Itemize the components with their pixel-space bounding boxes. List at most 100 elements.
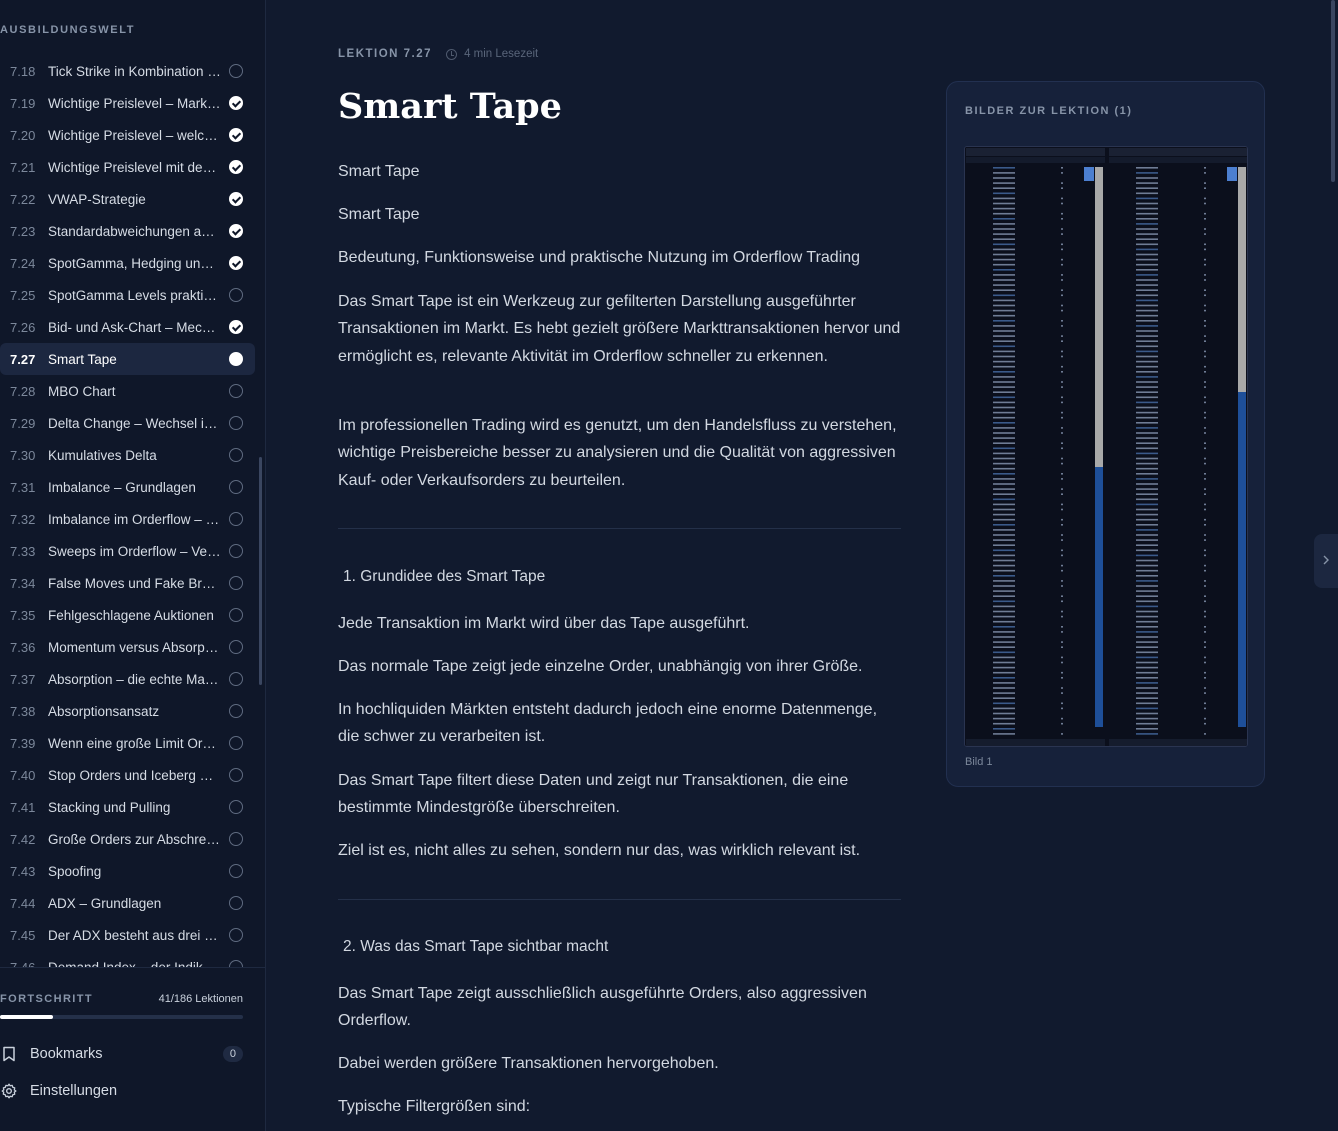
tape-row-price bbox=[993, 422, 1015, 424]
tape-row-volume bbox=[1061, 411, 1063, 414]
sidebar-item-lesson-7-41[interactable]: 7.41 Stacking und Pulling bbox=[0, 791, 255, 823]
tape-row-price bbox=[1136, 330, 1158, 332]
sidebar-item-lesson-7-33[interactable]: 7.33 Sweeps im Orderflow – Verständnis bbox=[0, 535, 255, 567]
sidebar-item-lesson-7-19[interactable]: 7.19 Wichtige Preislevel – Markt verstehe… bbox=[0, 87, 255, 119]
sidebar-scrollbar[interactable] bbox=[259, 457, 262, 685]
tape-row-volume bbox=[1204, 381, 1206, 383]
sidebar-item-lesson-7-44[interactable]: 7.44 ADX – Grundlagen bbox=[0, 887, 255, 919]
tape-row-price bbox=[993, 651, 1015, 654]
lesson-item-title: MBO Chart bbox=[48, 383, 116, 399]
tape-row-volume bbox=[1204, 371, 1206, 373]
tape-row-price bbox=[993, 274, 1015, 276]
sidebar-item-lesson-7-22[interactable]: 7.22 VWAP-Strategie bbox=[0, 183, 255, 215]
sidebar-item-lesson-7-20[interactable]: 7.20 Wichtige Preislevel – welche Level z… bbox=[0, 119, 255, 151]
sidebar-item-lesson-7-28[interactable]: 7.28 MBO Chart bbox=[0, 375, 255, 407]
tape-row-volume bbox=[1204, 294, 1206, 297]
tape-row-price bbox=[993, 202, 1015, 205]
lesson-item-title: Große Orders zur Abschreckung bbox=[48, 831, 229, 847]
sidebar-item-lesson-7-23[interactable]: 7.23 Standardabweichungen am VWAP bbox=[0, 215, 255, 247]
sidebar-item-lesson-7-38[interactable]: 7.38 Absorptionsansatz bbox=[0, 695, 255, 727]
panel-toggle-button[interactable] bbox=[1314, 534, 1338, 588]
tape-row-price bbox=[1136, 707, 1158, 710]
completed-check-icon bbox=[229, 224, 243, 238]
completed-check-icon bbox=[229, 192, 243, 206]
tape-row-volume bbox=[1061, 325, 1063, 327]
sidebar-item-lesson-7-46[interactable]: 7.46 Demand Index – der Indikator bbox=[0, 951, 255, 967]
tape-row-volume bbox=[1061, 661, 1063, 664]
sidebar-item-lesson-7-26[interactable]: 7.26 Bid- und Ask-Chart – Mechanik bbox=[0, 311, 255, 343]
tape-row-price bbox=[1136, 411, 1158, 414]
sidebar-item-lesson-7-25[interactable]: 7.25 SpotGamma Levels praktisch nutzen bbox=[0, 279, 255, 311]
tape-row-price bbox=[993, 733, 1015, 735]
tape-row-volume bbox=[1204, 478, 1206, 480]
sidebar-item-lesson-7-45[interactable]: 7.45 Der ADX besteht aus drei Linien bbox=[0, 919, 255, 951]
bookmarks-link[interactable]: Bookmarks 0 bbox=[0, 1042, 243, 1066]
tape-row-price bbox=[993, 243, 1015, 246]
tape-row-volume bbox=[1061, 585, 1063, 587]
tape-row-volume bbox=[1061, 401, 1063, 404]
tape-row-price bbox=[993, 646, 1015, 648]
sidebar-item-lesson-7-30[interactable]: 7.30 Kumulatives Delta bbox=[0, 439, 255, 471]
completed-check-icon bbox=[229, 128, 243, 142]
sidebar-item-lesson-7-39[interactable]: 7.39 Wenn eine große Limit Order bbox=[0, 727, 255, 759]
tape-row-price bbox=[1136, 350, 1158, 353]
paragraph: Smart Tape bbox=[338, 163, 420, 180]
tape-column-header bbox=[966, 157, 1105, 163]
sidebar-item-lesson-7-40[interactable]: 7.40 Stop Orders und Iceberg Orders bbox=[0, 759, 255, 791]
tape-row-price bbox=[1136, 309, 1158, 312]
sidebar-item-lesson-7-21[interactable]: 7.21 Wichtige Preislevel mit dem Orderflo… bbox=[0, 151, 255, 183]
tape-row-price bbox=[1136, 661, 1158, 664]
sidebar-item-lesson-7-43[interactable]: 7.43 Spoofing bbox=[0, 855, 255, 887]
sidebar-item-lesson-7-37[interactable]: 7.37 Absorption – die echte Marktkraft bbox=[0, 663, 255, 695]
sidebar-item-lesson-7-29[interactable]: 7.29 Delta Change – Wechsel im Delta bbox=[0, 407, 255, 439]
main-scrollbar[interactable] bbox=[1331, 0, 1335, 182]
tape-row-price bbox=[1136, 513, 1158, 516]
incomplete-circle-icon bbox=[229, 576, 243, 590]
tape-row-price bbox=[1136, 422, 1158, 424]
tape-row-price bbox=[993, 442, 1015, 444]
tape-row-price bbox=[1136, 641, 1158, 643]
tape-row-price bbox=[1136, 473, 1158, 475]
incomplete-circle-icon bbox=[229, 480, 243, 494]
tape-row-price bbox=[1136, 218, 1158, 220]
tape-row-volume bbox=[1204, 610, 1206, 613]
sidebar-item-lesson-7-24[interactable]: 7.24 SpotGamma, Hedging und Optionen bbox=[0, 247, 255, 279]
tape-row-volume bbox=[1204, 350, 1206, 353]
sidebar-item-lesson-7-32[interactable]: 7.32 Imbalance im Orderflow – Praxis bbox=[0, 503, 255, 535]
lesson-image-thumbnail[interactable] bbox=[964, 146, 1248, 747]
tape-row-volume bbox=[1061, 671, 1063, 674]
tape-row-price bbox=[993, 575, 1015, 577]
tape-row-price bbox=[993, 345, 1015, 348]
sidebar-item-lesson-7-42[interactable]: 7.42 Große Orders zur Abschreckung bbox=[0, 823, 255, 855]
tape-row-price bbox=[993, 396, 1015, 399]
lesson-item-title: Imbalance im Orderflow – Praxis bbox=[48, 511, 229, 527]
tape-row-price bbox=[993, 590, 1015, 592]
tape-row-price bbox=[1136, 462, 1158, 465]
tape-row-price bbox=[1136, 518, 1158, 521]
settings-link[interactable]: Einstellungen bbox=[0, 1079, 243, 1103]
tape-row-price bbox=[993, 666, 1015, 669]
tape-row-price bbox=[993, 248, 1015, 251]
sidebar-item-lesson-7-18[interactable]: 7.18 Tick Strike in Kombination mit Order… bbox=[0, 55, 255, 87]
tape-row-price bbox=[993, 569, 1015, 572]
tape-row-volume bbox=[1204, 462, 1206, 465]
tape-row-price bbox=[993, 304, 1015, 307]
sidebar-item-lesson-7-36[interactable]: 7.36 Momentum versus Absorption bbox=[0, 631, 255, 663]
incomplete-circle-icon bbox=[229, 672, 243, 686]
tape-row-volume bbox=[1204, 202, 1206, 205]
lesson-item-number: 7.42 bbox=[10, 831, 36, 847]
lesson-item-title: Fehlgeschlagene Auktionen bbox=[48, 607, 214, 623]
sidebar-item-lesson-7-27[interactable]: 7.27 Smart Tape bbox=[0, 343, 255, 375]
sidebar-item-lesson-7-35[interactable]: 7.35 Fehlgeschlagene Auktionen bbox=[0, 599, 255, 631]
tape-row-price bbox=[993, 462, 1015, 465]
tape-row-volume bbox=[1061, 202, 1063, 205]
tape-row-price bbox=[1136, 677, 1158, 679]
tape-row-price bbox=[1136, 396, 1158, 399]
sidebar-footer: FORTSCHRITT 41/186 Lektionen Bookmarks 0… bbox=[0, 967, 266, 1131]
settings-label: Einstellungen bbox=[30, 1083, 118, 1099]
sidebar-item-lesson-7-34[interactable]: 7.34 False Moves und Fake Breakouts bbox=[0, 567, 255, 599]
progress-count: 41/186 Lektionen bbox=[158, 993, 243, 1005]
lesson-item-title: Tick Strike in Kombination mit Orderflow bbox=[48, 63, 229, 79]
sidebar-item-lesson-7-31[interactable]: 7.31 Imbalance – Grundlagen bbox=[0, 471, 255, 503]
lesson-item-title: Wichtige Preislevel – welche Level zähle… bbox=[48, 127, 229, 143]
